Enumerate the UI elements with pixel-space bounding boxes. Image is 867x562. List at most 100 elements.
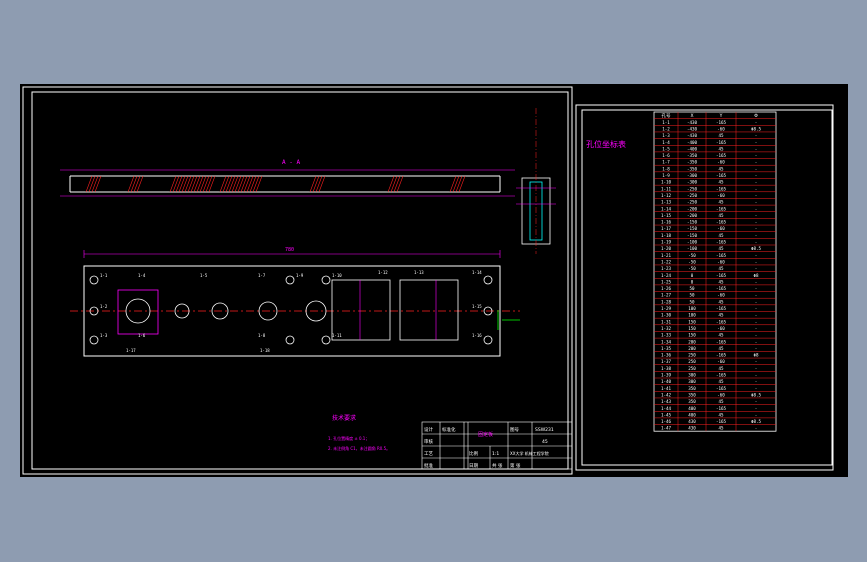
hole-3 xyxy=(89,335,99,345)
table-cell: - xyxy=(755,373,758,378)
table-cell: 1-24 xyxy=(661,273,672,278)
cad-canvas[interactable]: A - A 780 1-1 1-2 1-3 1-4 1-5 1-6 1-7 1-8 1-9 xyxy=(20,84,848,477)
table-cell: -50 xyxy=(688,253,696,258)
table-cell: -60 xyxy=(717,160,725,165)
table-cell: - xyxy=(755,326,758,331)
table-cell: 45 xyxy=(718,246,724,251)
table-cell: 45 xyxy=(718,412,724,417)
tb-drawing-name: 固定板 xyxy=(478,431,493,438)
table-cell: - xyxy=(755,412,758,417)
table-cell: - xyxy=(755,339,758,344)
table-cell: - xyxy=(755,293,758,298)
table-cell: 0 xyxy=(691,279,694,284)
table-cell: 1-25 xyxy=(661,279,672,284)
table-cell: -100 xyxy=(687,240,698,245)
table-cell: 1-26 xyxy=(661,286,672,291)
table-cell: - xyxy=(755,306,758,311)
table-cell: - xyxy=(755,133,758,138)
arrow-marker xyxy=(497,310,520,330)
table-cell: 1-11 xyxy=(661,186,672,191)
tb-company: XX大学 机械工程学院 xyxy=(510,450,549,456)
table-cell: -60 xyxy=(717,193,725,198)
table-cell: 150 xyxy=(688,333,696,338)
hole-label: 1-8 xyxy=(258,333,266,338)
table-cell: Φ8.5 xyxy=(751,392,762,397)
table-cell: 45 xyxy=(718,233,724,238)
table-cell: -60 xyxy=(717,359,725,364)
tb-material: 45 xyxy=(542,439,548,445)
table-cell: -300 xyxy=(687,180,698,185)
table-header-cell: 孔号 xyxy=(662,112,671,119)
table-header-cell: Φ xyxy=(754,113,758,119)
hole-4 xyxy=(285,275,295,285)
table-cell: - xyxy=(755,146,758,151)
table-cell: 1-33 xyxy=(661,333,672,338)
table-cell: 1-20 xyxy=(661,246,672,251)
table-cell: 1-30 xyxy=(661,313,672,318)
table-cell: - xyxy=(755,166,758,171)
table-cell: -60 xyxy=(717,326,725,331)
table-cell: 100 xyxy=(688,306,696,311)
table-cell: - xyxy=(755,313,758,318)
table-cell: -60 xyxy=(717,293,725,298)
table-cell: - xyxy=(755,386,758,391)
table-cell: -165 xyxy=(716,153,727,158)
hole-5 xyxy=(285,335,295,345)
table-cell: 1-7 xyxy=(662,160,670,165)
table-cell: - xyxy=(755,426,758,431)
hole-label: 1-5 xyxy=(200,273,208,278)
hole-label: 1-12 xyxy=(378,270,388,275)
table-cell: 1-34 xyxy=(661,339,672,344)
table-cell: 250 xyxy=(688,353,696,358)
table-cell: 300 xyxy=(688,373,696,378)
table-cell: 1-35 xyxy=(661,346,672,351)
table-cell: 45 xyxy=(718,313,724,318)
table-cell: 1-37 xyxy=(661,359,672,364)
table-cell: 1-45 xyxy=(661,412,672,417)
table-cell: 45 xyxy=(718,213,724,218)
table-cell: -165 xyxy=(716,253,727,258)
table-cell: -165 xyxy=(716,339,727,344)
table-cell: -165 xyxy=(716,273,727,278)
tech-title: 技术要求 xyxy=(332,414,356,422)
table-cell: 350 xyxy=(688,392,696,397)
table-cell: - xyxy=(755,153,758,158)
table-cell: - xyxy=(755,359,758,364)
table-cell: 1-38 xyxy=(661,366,672,371)
table-cell: 1-31 xyxy=(661,319,672,324)
table-cell: 1-22 xyxy=(661,259,672,264)
table-cell: -165 xyxy=(716,286,727,291)
table-cell: - xyxy=(755,399,758,404)
table-cell: 1-19 xyxy=(661,240,672,245)
table-cell: 1-5 xyxy=(662,146,670,151)
table-cell: -165 xyxy=(716,120,727,125)
table-cell: - xyxy=(755,233,758,238)
hole-10 xyxy=(483,335,493,345)
table-cell: 45 xyxy=(718,333,724,338)
table-cell: -165 xyxy=(716,386,727,391)
table-cell: -165 xyxy=(716,140,727,145)
hole-label: 1-7 xyxy=(258,273,266,278)
table-cell: - xyxy=(755,140,758,145)
tb-cell-1: 比例 xyxy=(469,450,478,457)
table-cell: - xyxy=(755,266,758,271)
table-cell: 50 xyxy=(689,293,695,298)
table-cell: 350 xyxy=(688,386,696,391)
table-cell: 1-8 xyxy=(662,166,670,171)
table-cell: - xyxy=(755,406,758,411)
table-cell: -430 xyxy=(687,133,698,138)
table-cell: Φ8.5 xyxy=(751,419,762,424)
table-cell: 1-27 xyxy=(661,293,672,298)
hole-label: 1-11 xyxy=(332,333,342,338)
table-header-cell: Y xyxy=(719,113,723,119)
tech-note-2: 2. 未注倒角 C1，未注圆角 R0.5。 xyxy=(328,445,390,451)
table-cell: 45 xyxy=(718,279,724,284)
coordinate-table-title: 孔位坐标表 xyxy=(586,139,626,149)
table-cell: - xyxy=(755,226,758,231)
tb-cell-2: 批准 xyxy=(424,462,433,469)
table-cell: 1-17 xyxy=(661,226,672,231)
table-cell: 150 xyxy=(688,326,696,331)
table-cell: -430 xyxy=(687,126,698,131)
overall-dim: 780 xyxy=(285,247,294,253)
table-cell: Φ8 xyxy=(753,353,759,358)
